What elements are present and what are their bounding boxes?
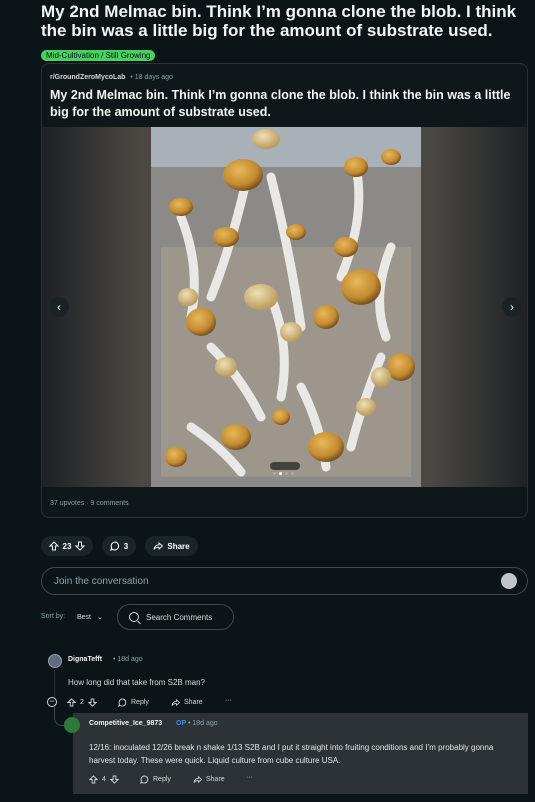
share-icon <box>171 698 180 707</box>
comment-age: • 18d ago <box>188 720 218 727</box>
vote-count: 2 <box>80 699 84 706</box>
comment-icon <box>140 775 149 784</box>
chevron-down-icon: ⌄ <box>96 614 103 621</box>
comment-composer[interactable]: Join the conversation <box>41 567 528 595</box>
downvote-icon[interactable] <box>75 541 86 551</box>
upvote-icon[interactable] <box>67 698 76 707</box>
vote-count: 23 <box>62 541 72 551</box>
more-options-button[interactable]: ··· <box>246 774 253 781</box>
comment-age: • 18d ago <box>113 656 143 663</box>
more-options-button[interactable]: ··· <box>225 697 232 704</box>
comments-button[interactable]: 3 <box>102 536 136 556</box>
upvote-count: 37 upvotes <box>50 500 85 507</box>
share-button[interactable]: Share <box>145 536 198 556</box>
vote-count: 4 <box>102 776 106 783</box>
downvote-icon[interactable] <box>87 698 97 707</box>
avatar[interactable] <box>48 654 62 668</box>
collapse-thread-button[interactable]: − <box>47 697 57 707</box>
subreddit-link[interactable]: r/GroundZeroMycoLab <box>50 74 125 81</box>
crosspost-meta: r/GroundZeroMycoLab • 18 days ago <box>50 74 173 81</box>
reply-button[interactable]: Reply <box>118 698 149 707</box>
reply-button[interactable]: Reply <box>140 775 171 784</box>
share-button[interactable]: Share <box>171 698 203 707</box>
search-comments-input[interactable]: Search Comments <box>117 604 234 630</box>
sort-label: Sort by: <box>41 613 66 620</box>
comment-author[interactable]: DignaTefft <box>68 656 102 663</box>
op-badge: OP <box>176 720 187 727</box>
thread-line[interactable] <box>54 670 55 697</box>
downvote-icon[interactable] <box>109 775 119 784</box>
search-icon <box>129 612 139 622</box>
gallery-dots <box>270 462 300 475</box>
crosspost-card[interactable]: r/GroundZeroMycoLab • 18 days ago My 2nd… <box>41 63 528 518</box>
comment-icon <box>118 698 127 707</box>
comment-vote-bar: 2 <box>67 698 97 707</box>
share-icon <box>193 775 202 784</box>
crosspost-title[interactable]: My 2nd Melmac bin. Think I’m gonna clone… <box>50 87 520 121</box>
share-button[interactable]: Share <box>193 775 225 784</box>
post-title: My 2nd Melmac bin. Think I’m gonna clone… <box>41 2 517 40</box>
crosspost-stats: 37 upvotes · 9 comments <box>50 500 129 507</box>
crosspost-age: • 18 days ago <box>130 74 173 81</box>
image-gallery[interactable]: ‹ › <box>42 127 527 487</box>
gallery-next-button[interactable]: › <box>502 297 522 317</box>
avatar[interactable] <box>64 717 80 733</box>
comment-icon <box>110 541 120 551</box>
upvote-icon[interactable] <box>89 775 98 784</box>
gallery-dot <box>291 472 294 475</box>
share-icon <box>153 541 164 551</box>
gallery-dot <box>279 472 282 475</box>
comment-body: 12/16: inoculated 12/26 break n shake 1/… <box>89 743 494 765</box>
gallery-prev-button[interactable]: ‹ <box>49 297 69 317</box>
vote-bar: 23 <box>41 536 93 556</box>
comment-author[interactable]: Competitive_Ice_9873 <box>89 720 162 727</box>
comment-count: 9 comments <box>90 500 129 507</box>
sort-dropdown[interactable]: Best ⌄ <box>77 613 103 621</box>
post-flair[interactable]: Mid-Cultivation / Still Growing <box>41 50 156 61</box>
composer-placeholder: Join the conversation <box>54 576 149 587</box>
comment-vote-bar: 4 <box>89 775 119 784</box>
avatar-emoji-icon[interactable] <box>501 573 517 589</box>
gallery-image[interactable] <box>151 127 421 487</box>
upvote-icon[interactable] <box>48 541 59 551</box>
gallery-dot <box>285 472 288 475</box>
gallery-dot <box>273 472 276 475</box>
comment-body: How long did that take from S2B man? <box>68 678 205 687</box>
